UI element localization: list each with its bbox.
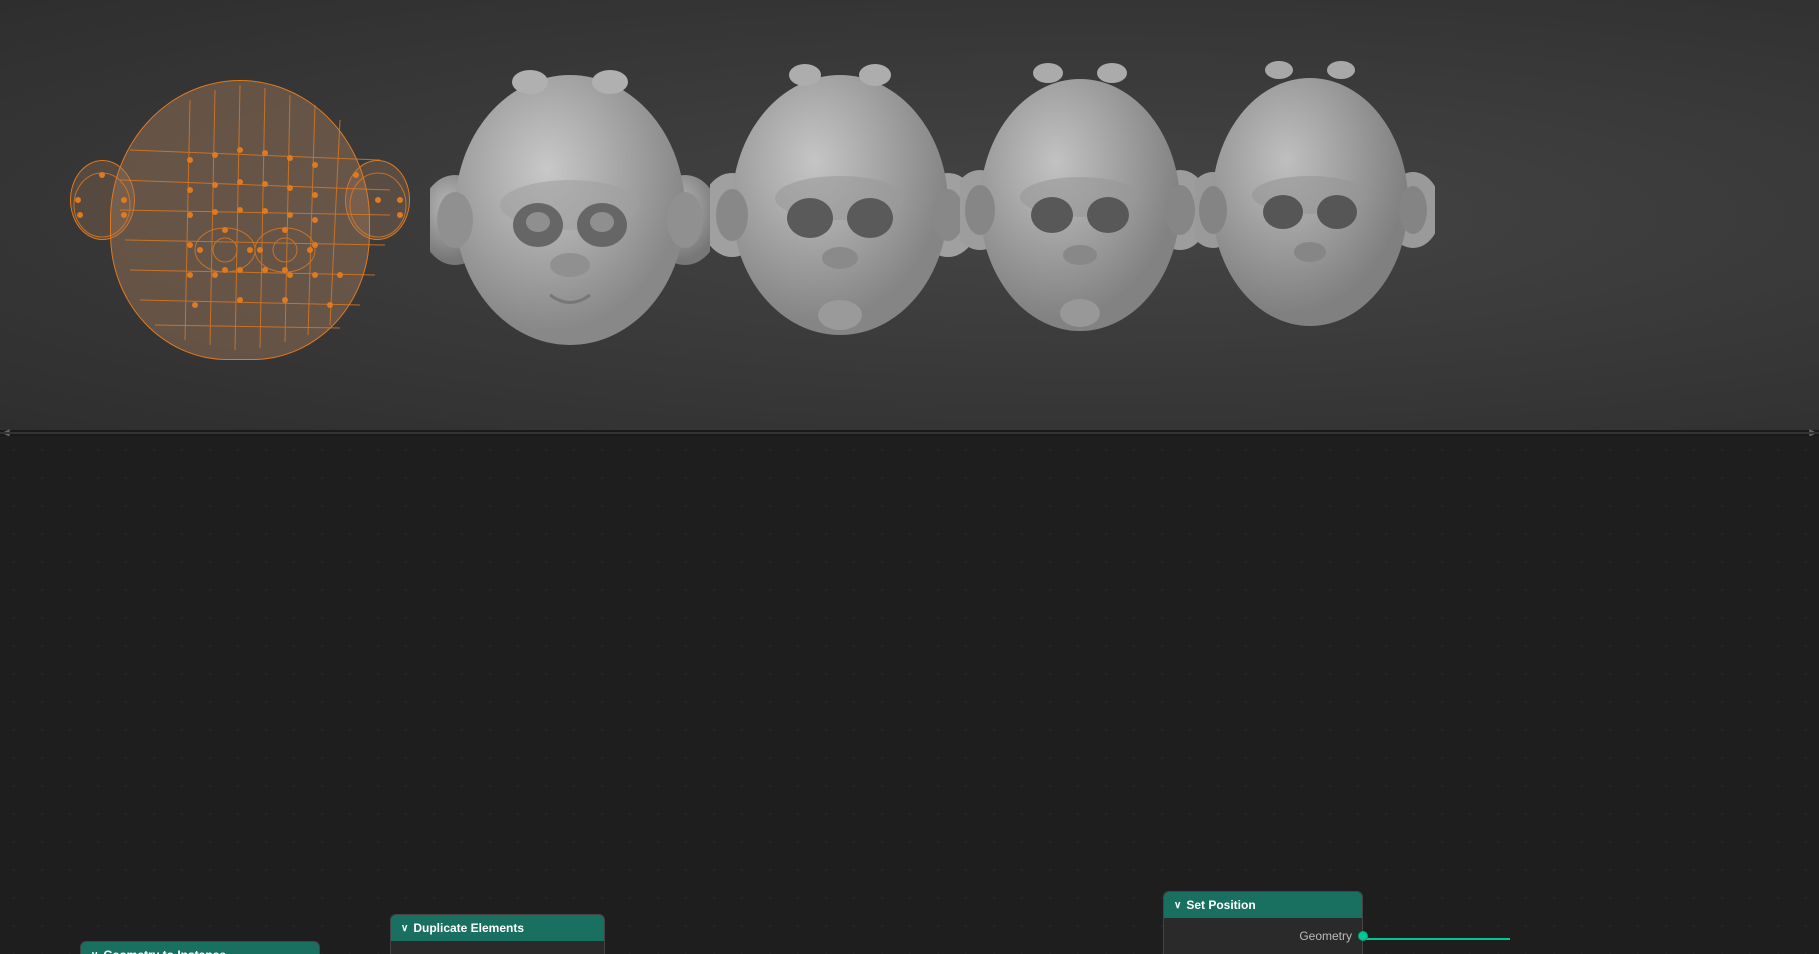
geometry-to-instance-header: ∨ Geometry to Instance	[81, 942, 319, 954]
set-position-body: Geometry Geometry Selection Position Of	[1164, 918, 1362, 954]
monkey-solid-5	[1195, 10, 1435, 413]
connections-layer	[0, 436, 1819, 954]
setpos-geometry-output: Geometry	[1164, 924, 1362, 948]
monkey-solid-2	[430, 30, 710, 413]
set-position-header: ∨ Set Position	[1164, 892, 1362, 918]
3d-viewport[interactable]	[0, 0, 1819, 430]
chevron-icon-2: ∨	[401, 923, 408, 934]
duplicate-elements-header: ∨ Duplicate Elements	[391, 915, 604, 941]
chevron-icon-5: ∨	[1174, 900, 1181, 911]
setpos-geometry-input: Geometry	[1164, 948, 1362, 954]
monkey-solid-4	[960, 15, 1200, 408]
dup-geometry-output: Geometry	[391, 947, 604, 954]
set-position-title: Set Position	[1186, 898, 1255, 912]
viewport-background	[0, 0, 1819, 430]
setpos-geometry-out-label: Geometry	[1299, 929, 1352, 943]
geometry-to-instance-title: Geometry to Instance	[103, 948, 226, 954]
duplicate-elements-title: Duplicate Elements	[413, 921, 524, 935]
wireframe-monkey	[60, 50, 420, 410]
chevron-icon: ∨	[91, 950, 98, 954]
node-editor[interactable]: ∨ Geometry to Instance Instances Geometr…	[0, 436, 1819, 954]
monkey-solid-3	[710, 20, 970, 413]
set-position-node: ∨ Set Position Geometry Geometry Selecti…	[1163, 891, 1363, 954]
duplicate-elements-node: ∨ Duplicate Elements Geometry Duplicate …	[390, 914, 605, 954]
setpos-geometry-out-socket[interactable]	[1358, 931, 1368, 941]
